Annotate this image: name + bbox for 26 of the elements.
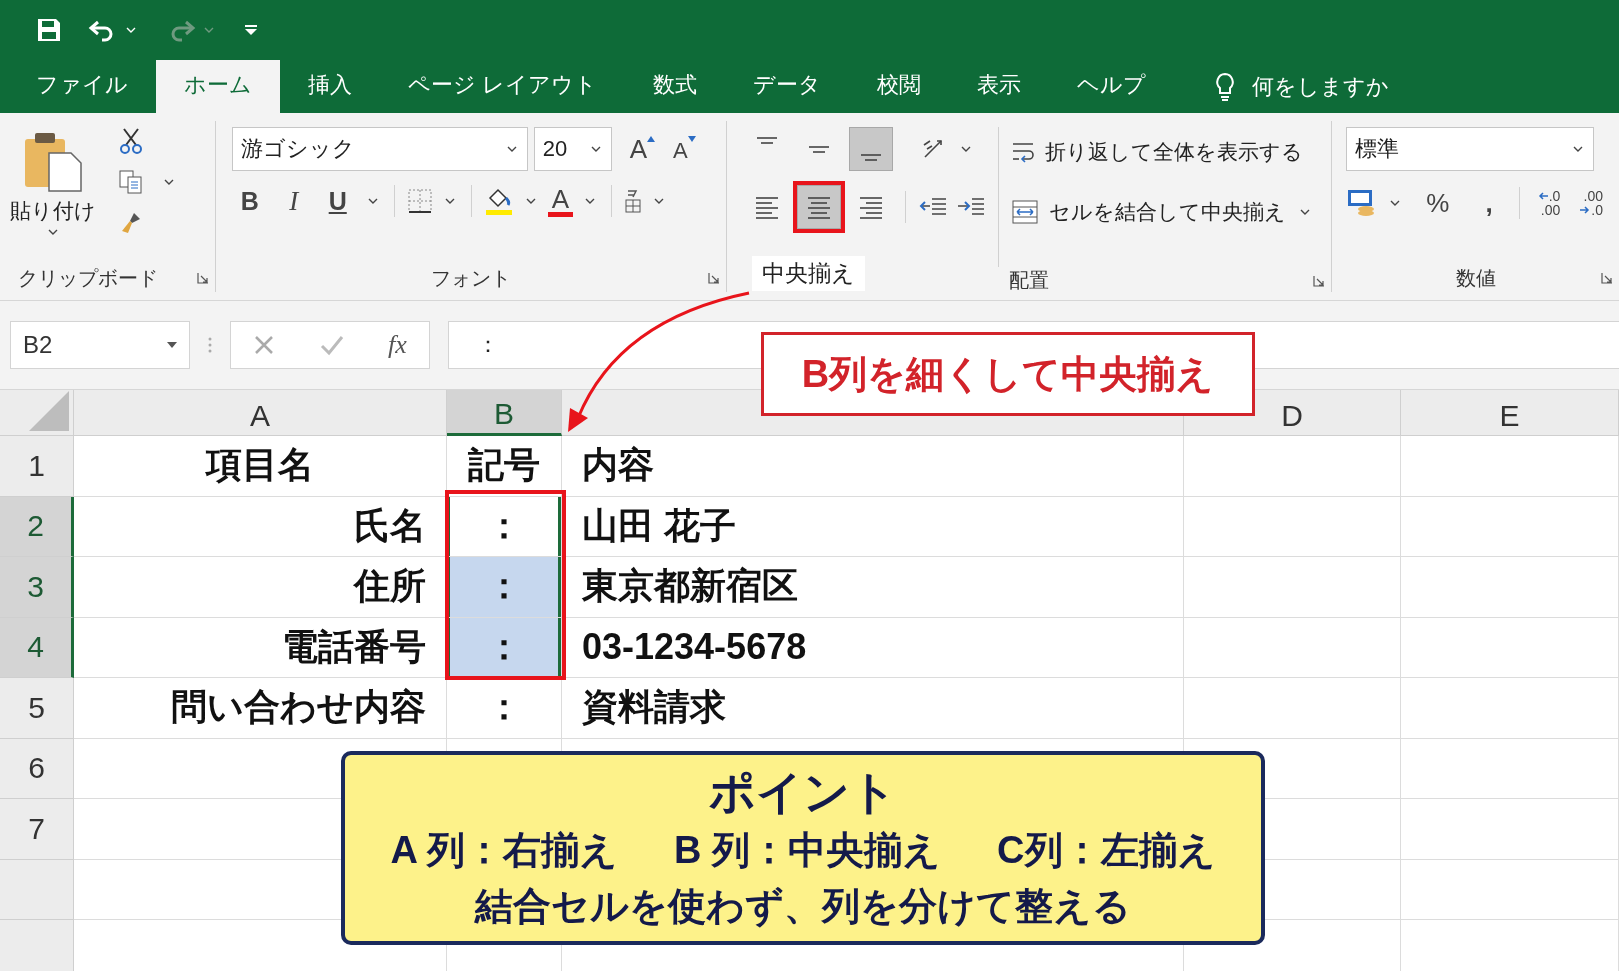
table-cell: 氏名 xyxy=(74,496,447,557)
table-cell: ： xyxy=(447,678,562,739)
group-label: 数値 xyxy=(1455,265,1496,291)
table-cell: ： xyxy=(447,557,562,618)
table-cell: 03-1234-5678 xyxy=(562,617,1184,678)
group-label: 配置 xyxy=(1009,268,1050,293)
group-label: クリップボード xyxy=(18,265,158,291)
table-cell: 資料請求 xyxy=(562,678,1184,739)
table-cell: 東京都新宿区 xyxy=(562,557,1184,618)
note-text: C列：左揃え xyxy=(997,828,1216,873)
callout-tooltip: B列を細くして中央揃え xyxy=(761,332,1255,416)
table-cell: ： xyxy=(447,617,562,678)
note-text: B 列：中央揃え xyxy=(674,828,942,873)
table-cell: 記号 xyxy=(447,436,562,497)
note-text: 結合セルを使わず、列を分けて整える xyxy=(475,884,1131,930)
note-title: ポイント xyxy=(709,765,897,819)
table-cell: ： xyxy=(447,496,562,557)
table-cell: 電話番号 xyxy=(74,617,447,678)
table-cell: 問い合わせ内容 xyxy=(74,678,447,739)
note-text: A 列：右揃え xyxy=(390,828,619,873)
table-cell: 山田 花子 xyxy=(562,496,1184,557)
group-label: フォント xyxy=(430,265,511,291)
callout-label: 中央揃え xyxy=(752,256,865,291)
table-cell: 項目名 xyxy=(74,436,447,497)
table-cell: 住所 xyxy=(74,557,447,618)
table-cell: 内容 xyxy=(562,436,1184,497)
